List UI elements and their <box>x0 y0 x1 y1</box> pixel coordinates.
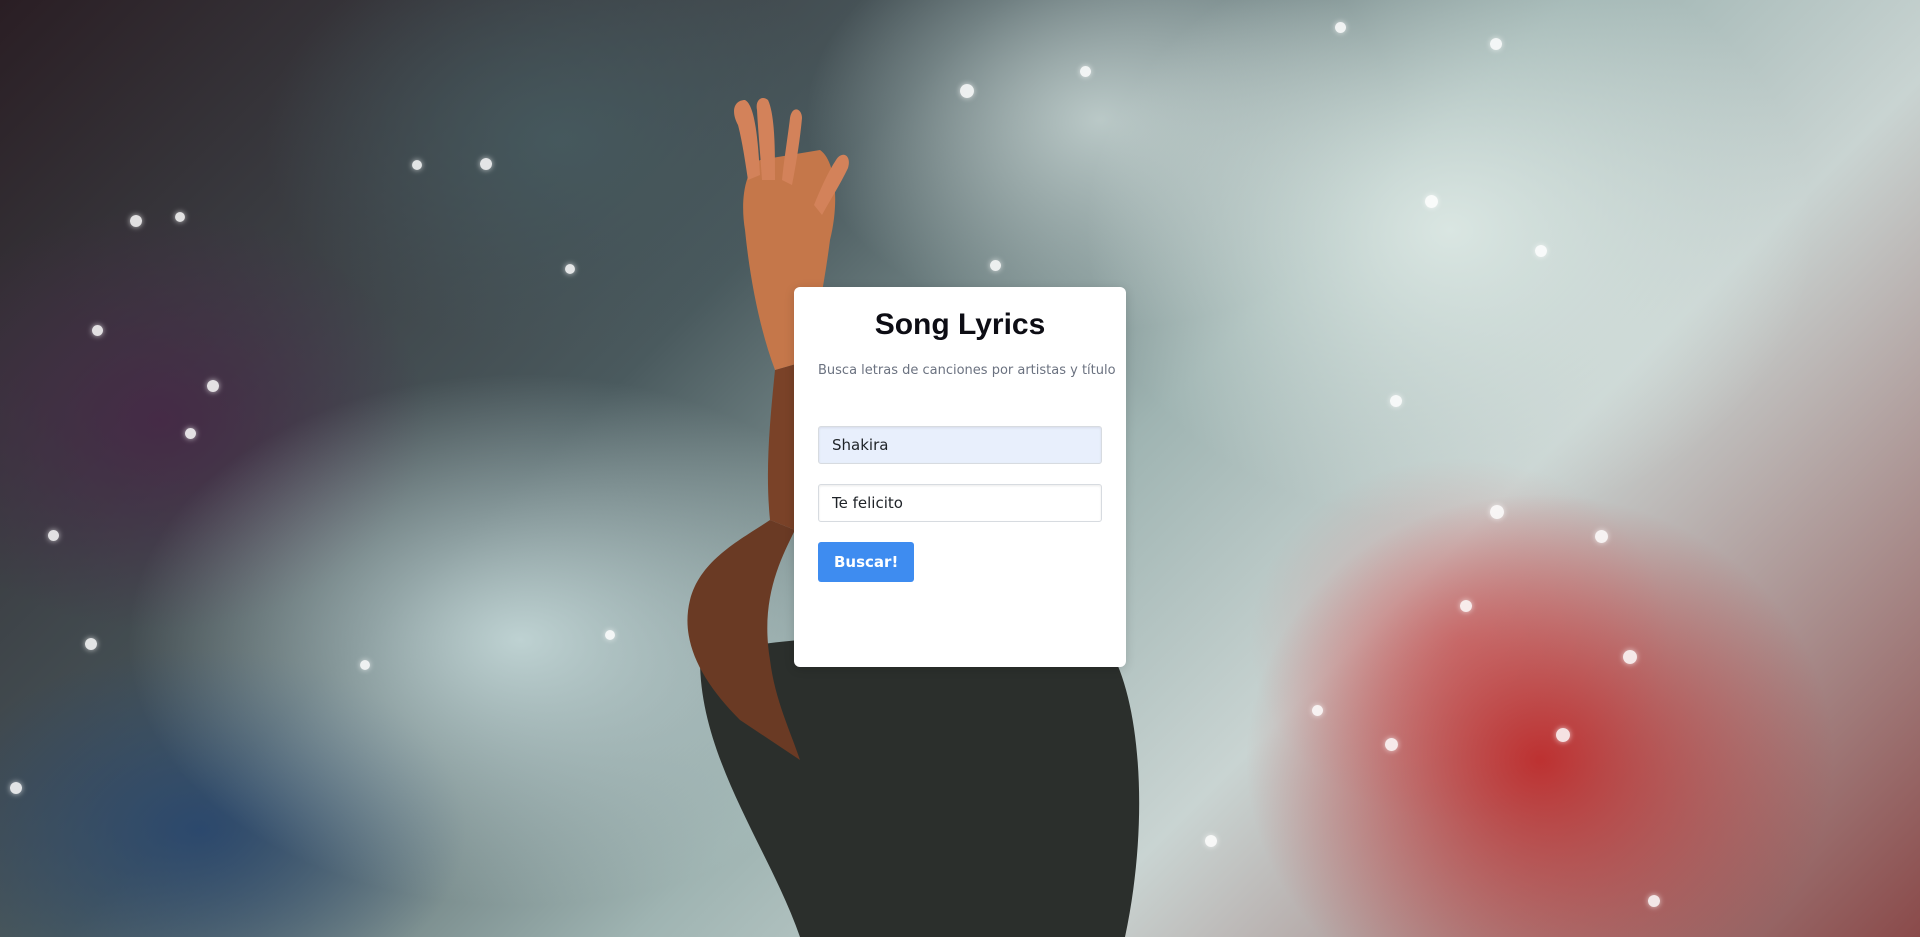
bokeh-light <box>1490 38 1502 50</box>
page-subtitle: Busca letras de canciones por artistas y… <box>818 363 1116 378</box>
bokeh-light <box>1385 738 1398 751</box>
bokeh-light <box>130 215 142 227</box>
bokeh-light <box>360 660 370 670</box>
bokeh-light <box>1460 600 1472 612</box>
bokeh-light <box>990 260 1001 271</box>
bokeh-light <box>605 630 615 640</box>
bokeh-light <box>48 530 59 541</box>
bokeh-light <box>480 158 492 170</box>
song-title-input[interactable] <box>818 484 1102 522</box>
bokeh-light <box>1312 705 1323 716</box>
bokeh-light <box>92 325 103 336</box>
bokeh-light <box>1390 395 1402 407</box>
bokeh-light <box>175 212 185 222</box>
search-card: Song Lyrics Busca letras de canciones po… <box>794 287 1126 667</box>
bokeh-light <box>185 428 196 439</box>
bokeh-light <box>1556 728 1570 742</box>
bokeh-light <box>207 380 219 392</box>
bokeh-light <box>85 638 97 650</box>
bokeh-light <box>412 160 422 170</box>
bokeh-light <box>1648 895 1660 907</box>
search-button[interactable]: Buscar! <box>818 542 915 582</box>
artist-input[interactable] <box>818 426 1102 464</box>
bokeh-light <box>1595 530 1608 543</box>
bokeh-light <box>1205 835 1217 847</box>
bokeh-light <box>1335 22 1346 33</box>
bokeh-light <box>960 84 974 98</box>
bokeh-light <box>565 264 575 274</box>
bokeh-light <box>1425 195 1438 208</box>
bokeh-light <box>1080 66 1091 77</box>
bokeh-light <box>10 782 22 794</box>
bokeh-light <box>1490 505 1504 519</box>
bokeh-light <box>1535 245 1547 257</box>
page-title: Song Lyrics <box>874 308 1046 341</box>
bokeh-light <box>1623 650 1637 664</box>
